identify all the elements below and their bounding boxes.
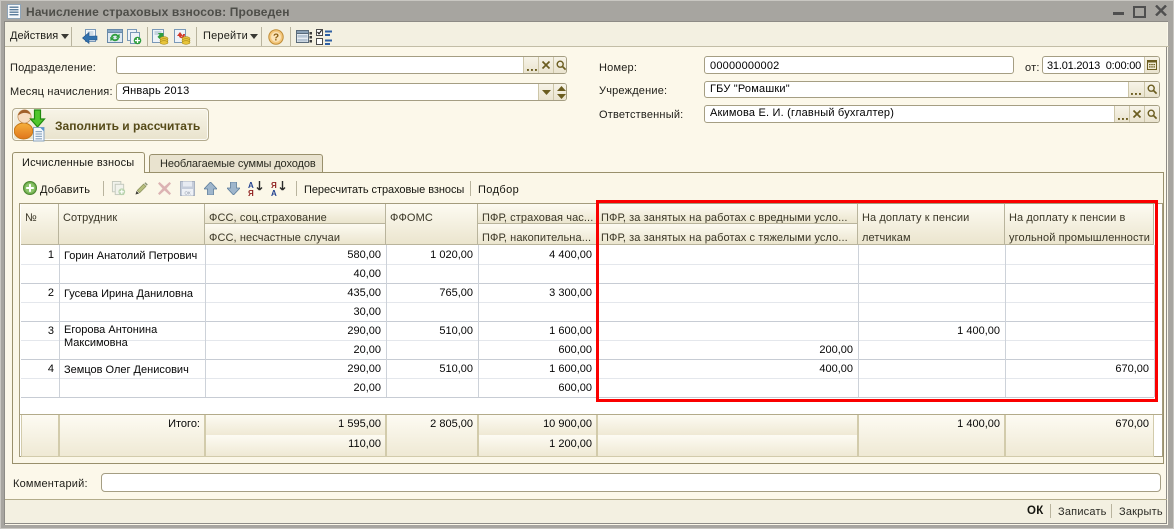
svg-text:А: А (271, 189, 277, 196)
svg-text:ОК: ОК (184, 191, 191, 196)
svg-text:?: ? (273, 33, 279, 44)
svg-text:Я: Я (248, 189, 254, 196)
